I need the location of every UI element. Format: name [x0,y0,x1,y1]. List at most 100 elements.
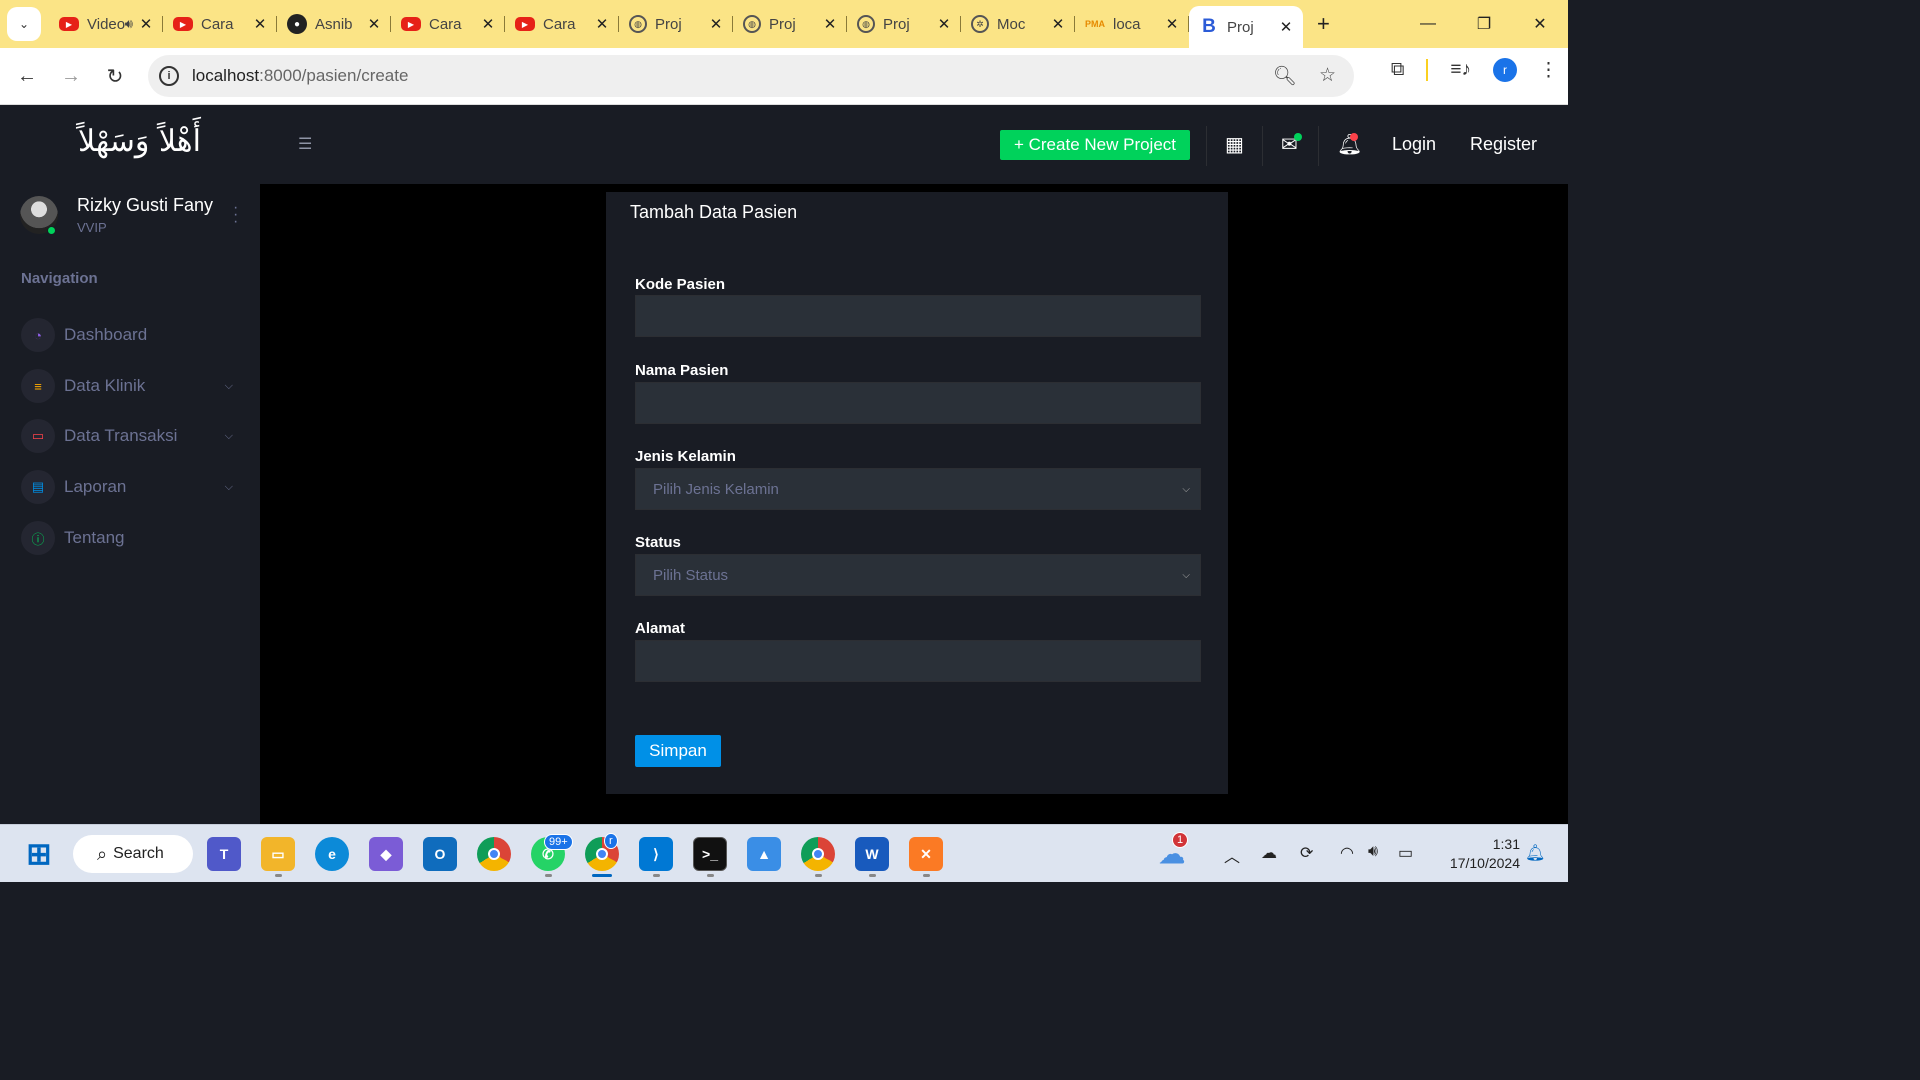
active-indicator [592,874,612,877]
close-tab-icon[interactable]: ✕ [1165,15,1179,33]
onedrive-icon[interactable]: ☁ [1261,843,1277,863]
browser-tab[interactable]: ◍ Proj ✕ [619,6,733,42]
tab-title: Cara [201,15,234,33]
photos-icon[interactable]: ▲ [747,837,781,871]
minimize-icon[interactable]: — [1400,15,1456,33]
create-new-project-button[interactable]: + Create New Project [1000,130,1190,160]
more-menu-icon[interactable]: ⋮ [1539,59,1558,82]
reload-icon[interactable]: ↻ [93,64,137,89]
restore-icon[interactable]: ❐ [1456,14,1512,34]
windows-taskbar: ⊞ ⌕ Search T ▭ e ◆ O ✆ 99+ r ⟩ >_ ▲ W ✕ ☁… [0,824,1568,882]
taskbar-search[interactable]: ⌕ Search [73,835,193,873]
close-tab-icon[interactable]: ✕ [595,15,609,33]
browser-tab[interactable]: ▶ Cara ✕ [391,6,505,42]
browser-tab[interactable]: ◍ Proj ✕ [847,6,961,42]
windows-start-icon[interactable]: ⊞ [22,837,56,871]
close-tab-icon[interactable]: ✕ [937,15,951,33]
register-link[interactable]: Register [1470,134,1537,155]
simpan-button[interactable]: Simpan [635,735,721,767]
chrome-icon[interactable] [801,837,835,871]
system-clock[interactable]: 1:31 17/10/2024 [1430,835,1520,873]
sidebar-item-tentang[interactable]: ⓘ Tentang [21,520,241,556]
sidebar-item-laporan[interactable]: ▤ Laporan ⌵ [21,469,241,505]
sidebar-item-data-transaksi[interactable]: ▭ Data Transaksi ⌵ [21,418,241,454]
url-text[interactable]: localhost:8000/pasien/create [192,66,408,86]
jenis-kelamin-select[interactable]: Pilih Jenis Kelamin ⌵ [635,468,1201,510]
close-tab-icon[interactable]: ✕ [481,15,495,33]
extensions-icon[interactable]: ⧉ [1391,59,1405,81]
close-tab-icon[interactable]: ✕ [1279,18,1293,36]
login-link[interactable]: Login [1392,134,1436,155]
vscode-icon[interactable]: ⟩ [639,837,673,871]
tab-title: Proj [1227,18,1254,36]
tab-title: Proj [883,15,910,33]
close-tab-icon[interactable]: ✕ [253,15,267,33]
media-control-icon[interactable]: ≡♪ [1450,59,1471,81]
search-label: Search [113,845,164,862]
back-icon[interactable]: ← [5,65,49,88]
close-tab-icon[interactable]: ✕ [823,15,837,33]
battery-icon[interactable]: ▭ [1398,843,1413,863]
tab-search-button[interactable]: ⌄ [7,7,41,41]
grid-apps-icon[interactable]: ▦ [1225,132,1244,157]
xampp-icon[interactable]: ✕ [909,837,943,871]
new-tab-button[interactable]: + [1317,11,1330,37]
outlook-icon[interactable]: O [423,837,457,871]
terminal-icon[interactable]: >_ [693,837,727,871]
status-select[interactable]: Pilih Status ⌵ [635,554,1201,596]
clipboard-icon: ▤ [21,470,55,504]
sidebar-item-data-klinik[interactable]: ≡ Data Klinik ⌵ [21,368,241,404]
clock-date: 17/10/2024 [1449,855,1520,871]
alamat-input[interactable] [635,640,1201,682]
chevron-up-icon[interactable]: ︿ [1224,843,1240,867]
zoom-icon[interactable]: 🔍︎ [1273,64,1297,88]
browser-tab[interactable]: ▶ Cara ✕ [505,6,619,42]
chrome-icon[interactable] [477,837,511,871]
online-status-dot [47,226,56,235]
file-explorer-icon[interactable]: ▭ [261,837,295,871]
teams-icon[interactable]: T [207,837,241,871]
volume-icon[interactable]: 🔊︎ [1368,843,1378,861]
bookmark-star-icon[interactable]: ☆ [1319,64,1336,88]
status-placeholder: Pilih Status [653,566,729,584]
browser-tab-bar: ⌄ ▶ Video 🔊︎ ✕ ▶ Cara ✕ ● Asnib ✕ ▶ Cara ✕ ▶ Cara ✕ ◍ Pro… [0,0,1568,48]
close-window-icon[interactable]: ✕ [1512,14,1568,34]
chrome-center [812,848,824,860]
sidebar-item-dashboard[interactable]: ◔ Dashboard [21,317,241,353]
browser-tab[interactable]: ● Asnib ✕ [277,6,391,42]
openai-icon: ✲ [971,15,989,33]
omnibox[interactable]: i localhost:8000/pasien/create 🔍︎ ☆ [148,55,1354,97]
forward-icon[interactable]: → [49,65,93,88]
speaker-icon[interactable]: 🔊︎ [125,16,133,32]
edge-icon[interactable]: e [315,837,349,871]
chevron-down-icon: ⌵ [224,429,233,442]
chevron-down-icon: ⌄ [18,17,30,31]
chrome-center [596,848,608,860]
notification-bell-icon[interactable]: 🔔︎ [1525,843,1545,863]
notification-dot [1350,133,1358,141]
info-icon: ⓘ [21,521,55,555]
close-tab-icon[interactable]: ✕ [367,15,381,33]
brand-logo[interactable]: أَهْلاً وَسَهْلاً [78,124,201,159]
alamat-label: Alamat [635,620,686,637]
kode-pasien-input[interactable] [635,295,1201,337]
browser-tab[interactable]: ◍ Proj ✕ [733,6,847,42]
sync-icon[interactable]: ⟳ [1300,843,1313,863]
hamburger-menu-icon[interactable]: ☰ [298,134,312,154]
close-tab-icon[interactable]: ✕ [1051,15,1065,33]
copilot-icon[interactable]: ◆ [369,837,403,871]
close-tab-icon[interactable]: ✕ [139,15,153,33]
browser-tab[interactable]: PMA loca ✕ [1075,6,1189,42]
ticket-icon: ▭ [21,419,55,453]
browser-tab[interactable]: ▶ Cara ✕ [163,6,277,42]
site-info-icon[interactable]: i [159,66,179,86]
browser-tab[interactable]: B Proj ✕ [1189,6,1303,48]
browser-tab[interactable]: ✲ Moc ✕ [961,6,1075,42]
profile-avatar[interactable]: r [1493,58,1517,82]
wifi-icon[interactable]: ◠ [1340,843,1354,863]
browser-tab[interactable]: ▶ Video 🔊︎ ✕ [49,6,163,42]
word-icon[interactable]: W [855,837,889,871]
close-tab-icon[interactable]: ✕ [709,15,723,33]
profile-options-icon[interactable]: · · · [233,200,238,230]
nama-pasien-input[interactable] [635,382,1201,424]
